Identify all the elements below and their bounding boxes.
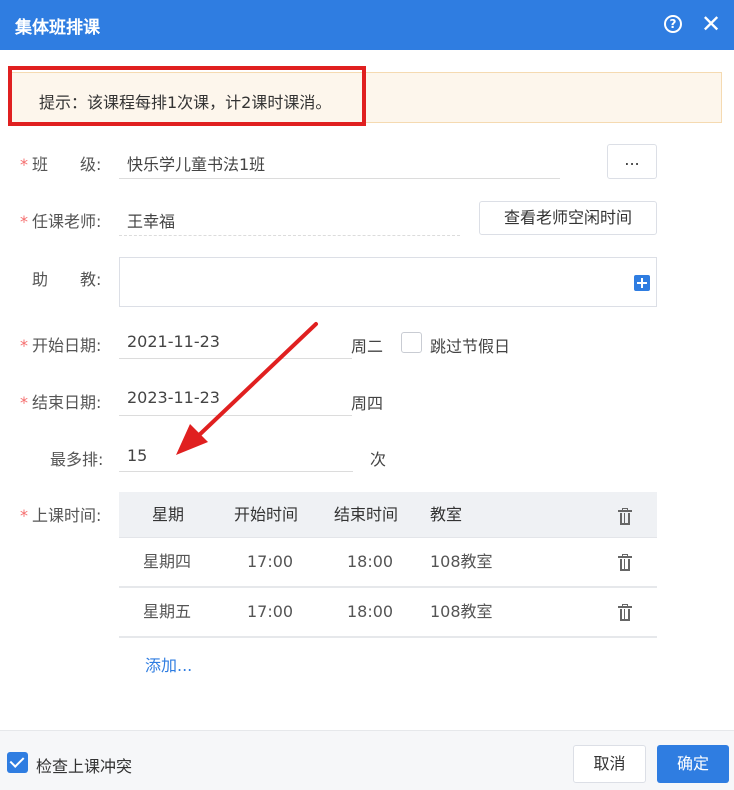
- close-icon[interactable]: ✕: [700, 12, 722, 36]
- assistant-label: 助 教:: [32, 270, 102, 289]
- class-label: * 班 级:: [20, 155, 102, 174]
- table-row: 星期五 17:00 18:00 108教室: [119, 588, 657, 638]
- trash-icon[interactable]: [618, 508, 632, 525]
- teacher-value: 王幸福: [127, 212, 176, 231]
- tip-text: 提示：该课程每排1次课，计2课时课消。: [39, 93, 332, 112]
- dialog-title: 集体班排课: [15, 18, 100, 38]
- end-date-label: * 结束日期:: [20, 393, 102, 412]
- end-date-input[interactable]: 2023-11-23: [127, 388, 220, 407]
- header-room: 教室: [430, 505, 463, 524]
- check-conflict-checkbox[interactable]: [7, 752, 28, 773]
- start-date-input[interactable]: 2021-11-23: [127, 332, 220, 351]
- row-room: 108教室: [430, 602, 493, 621]
- max-input[interactable]: 15: [127, 446, 147, 465]
- assistant-field[interactable]: [119, 257, 657, 307]
- header-start: 开始时间: [234, 505, 299, 524]
- header-end: 结束时间: [334, 505, 399, 524]
- class-underline: [119, 178, 560, 179]
- cancel-button[interactable]: 取消: [573, 745, 646, 783]
- trash-icon[interactable]: [618, 554, 632, 571]
- row-room: 108教室: [430, 552, 493, 571]
- select-class-button[interactable]: ...: [607, 144, 657, 179]
- teacher-underline: [119, 235, 460, 236]
- trash-icon[interactable]: [618, 604, 632, 621]
- confirm-button[interactable]: 确定: [657, 745, 729, 783]
- max-underline: [119, 471, 353, 472]
- start-date-underline: [119, 358, 352, 359]
- max-label: 最多排:: [50, 450, 104, 469]
- table-header: 星期 开始时间 结束时间 教室: [119, 492, 657, 538]
- skip-holidays-checkbox[interactable]: [401, 332, 422, 353]
- row-weekday: 星期五: [143, 602, 192, 621]
- start-weekday: 周二: [351, 337, 384, 356]
- row-start: 17:00: [247, 552, 294, 571]
- end-date-underline: [119, 415, 352, 416]
- row-end: 18:00: [347, 602, 394, 621]
- skip-holidays-label: 跳过节假日: [430, 337, 511, 356]
- add-schedule-link[interactable]: 添加...: [145, 652, 192, 676]
- start-date-label: * 开始日期:: [20, 336, 102, 355]
- teacher-label: * 任课老师:: [20, 212, 102, 231]
- row-start: 17:00: [247, 602, 294, 621]
- row-weekday: 星期四: [143, 552, 192, 571]
- max-unit: 次: [370, 450, 387, 469]
- teacher-availability-button[interactable]: 查看老师空闲时间: [479, 201, 657, 235]
- row-end: 18:00: [347, 552, 394, 571]
- class-value: 快乐学儿童书法1班: [127, 155, 266, 174]
- add-assistant-icon[interactable]: [634, 275, 650, 291]
- table-row: 星期四 17:00 18:00 108教室: [119, 538, 657, 588]
- check-conflict-label: 检查上课冲突: [36, 757, 133, 776]
- header-weekday: 星期: [152, 505, 185, 524]
- schedule-label: * 上课时间:: [20, 506, 102, 525]
- end-weekday: 周四: [351, 394, 384, 413]
- dialog-titlebar: [0, 0, 734, 50]
- help-icon[interactable]: ?: [664, 15, 682, 33]
